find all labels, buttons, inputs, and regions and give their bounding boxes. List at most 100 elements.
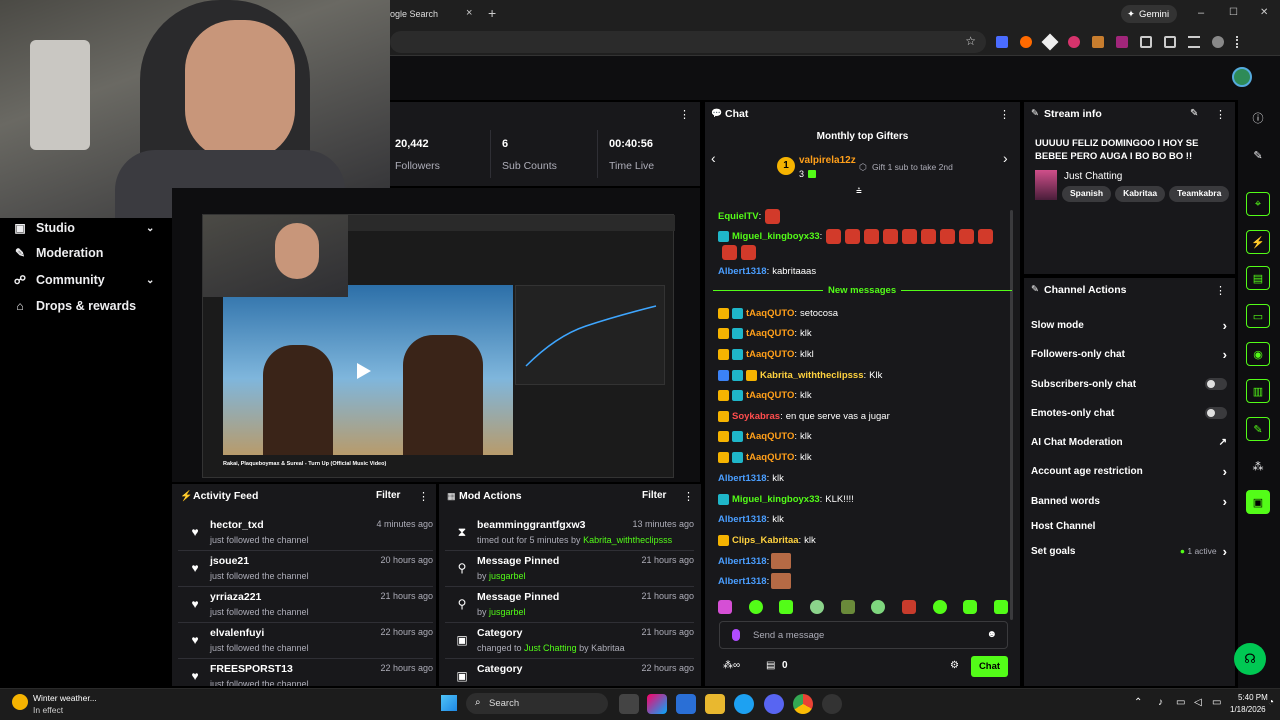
filter-button[interactable]: Filter bbox=[376, 490, 400, 501]
chat-username[interactable]: Albert1318 bbox=[718, 473, 767, 484]
chat-username[interactable]: Clips_Kabritaa bbox=[732, 535, 799, 546]
emote-icon[interactable] bbox=[871, 600, 886, 614]
gemini-button[interactable]: ✦ Gemini bbox=[1121, 5, 1177, 23]
chat-message[interactable]: Miguel_kingboyx33: KLK!!!! bbox=[718, 490, 854, 508]
extension-icon[interactable] bbox=[1020, 36, 1032, 48]
category-name[interactable]: Just Chatting bbox=[1064, 171, 1122, 182]
chrome-icon[interactable] bbox=[793, 694, 813, 714]
file-explorer-icon[interactable] bbox=[705, 694, 725, 714]
chat-message[interactable]: Albert1318: bbox=[718, 552, 792, 570]
microphone-icon[interactable] bbox=[732, 629, 740, 641]
chat-send-button[interactable]: Chat bbox=[971, 656, 1008, 677]
infinity-icon[interactable]: ⁂∞ bbox=[723, 660, 740, 671]
activity-username[interactable]: elvalenfuyi bbox=[210, 627, 264, 639]
chat-icon[interactable]: ▭ bbox=[1246, 304, 1270, 328]
more-options-icon[interactable]: ⋮ bbox=[679, 108, 690, 121]
emote-icon[interactable] bbox=[932, 600, 947, 614]
filter-button[interactable]: Filter bbox=[642, 490, 666, 501]
puzzle-icon[interactable] bbox=[1140, 36, 1152, 48]
chat-username[interactable]: tAaqQUTO bbox=[746, 328, 794, 339]
chat-input[interactable]: Send a message ☻ bbox=[719, 621, 1008, 649]
emoji-icon[interactable]: ☻ bbox=[986, 629, 997, 640]
chat-message[interactable]: tAaqQUTO: setocosa bbox=[718, 304, 838, 322]
discord-icon[interactable] bbox=[764, 694, 784, 714]
task-view-icon[interactable] bbox=[619, 694, 639, 714]
chat-scrollbar[interactable] bbox=[1010, 210, 1013, 620]
emote-icon[interactable] bbox=[901, 600, 916, 614]
media-icon[interactable] bbox=[1164, 36, 1176, 48]
chat-username[interactable]: Miguel_kingboyx33 bbox=[732, 231, 820, 242]
pencil-icon[interactable]: ✎ bbox=[1246, 143, 1270, 167]
queue-icon[interactable] bbox=[1188, 36, 1200, 48]
more-options-icon[interactable]: ⋮ bbox=[1215, 284, 1226, 297]
stream-preview[interactable]: Rakai, Plaqueboymax & Sureal - Turn Up (… bbox=[172, 188, 700, 482]
chat-username[interactable]: Albert1318 bbox=[718, 556, 767, 567]
chat-username[interactable]: Kabrita_withtheclipsss bbox=[760, 370, 863, 381]
channel-action-item[interactable]: AI Chat Moderation ↗ bbox=[1031, 434, 1227, 450]
edit-icon[interactable]: ✎ bbox=[1190, 108, 1198, 119]
chat-username[interactable]: Albert1318 bbox=[718, 514, 767, 525]
chat-message[interactable] bbox=[718, 243, 756, 261]
layout-icon[interactable]: ▥ bbox=[1246, 379, 1270, 403]
mod-action-user[interactable]: jusgarbel bbox=[489, 571, 526, 581]
broadcast-icon[interactable]: ◉ bbox=[1246, 342, 1270, 366]
clock-time[interactable]: 5:40 PM bbox=[1238, 693, 1268, 702]
settings-icon[interactable]: ⚙ bbox=[950, 660, 959, 671]
app-icon[interactable]: ▣ bbox=[1246, 490, 1270, 514]
address-bar[interactable]: ☆ bbox=[390, 31, 986, 53]
tab-title[interactable]: ogle Search bbox=[390, 9, 438, 19]
mod-action-row[interactable]: ▣ Category changed to Just Chatting by Kab… bbox=[445, 623, 694, 659]
chat-message[interactable]: Albert1318: kabritaaas bbox=[718, 262, 816, 280]
toggle-switch[interactable] bbox=[1205, 378, 1227, 390]
chat-username[interactable]: tAaqQUTO bbox=[746, 431, 794, 442]
emote-icon[interactable] bbox=[840, 600, 855, 614]
new-tab-button[interactable]: + bbox=[488, 5, 496, 21]
channel-action-item[interactable]: Banned words › bbox=[1031, 493, 1227, 509]
clock-date[interactable]: 1/18/2026 bbox=[1230, 705, 1266, 714]
activity-row[interactable]: ♥ FREESPORST13 just followed the channel 22… bbox=[178, 659, 433, 686]
channel-action-item[interactable]: Set goals ● 1 active › bbox=[1031, 543, 1227, 559]
more-options-icon[interactable]: ⋮ bbox=[683, 490, 694, 503]
chevron-right-icon[interactable]: › bbox=[1003, 150, 1008, 166]
chat-username[interactable]: Miguel_kingboyx33 bbox=[732, 494, 820, 505]
help-headset-button[interactable]: ☊ bbox=[1234, 643, 1266, 675]
chat-message[interactable]: EquielTV: bbox=[718, 207, 781, 225]
channel-action-item[interactable]: Followers-only chat › bbox=[1031, 346, 1227, 362]
start-button[interactable] bbox=[441, 695, 457, 711]
chevron-up-icon[interactable]: ⌃ bbox=[1134, 697, 1142, 708]
battery-icon[interactable]: ▭ bbox=[1212, 697, 1221, 708]
store-icon[interactable]: ▤ bbox=[766, 660, 775, 671]
chat-message[interactable]: tAaqQUTO: klk bbox=[718, 324, 812, 342]
edge-icon[interactable] bbox=[734, 694, 754, 714]
chat-username[interactable]: tAaqQUTO bbox=[746, 349, 794, 360]
chat-username[interactable]: Soykabras bbox=[732, 411, 780, 422]
network-icon[interactable]: ▭ bbox=[1176, 697, 1185, 708]
collapse-icon[interactable]: ⩮ bbox=[856, 186, 862, 197]
close-window-button[interactable]: ✕ bbox=[1260, 7, 1268, 18]
chat-message[interactable]: tAaqQUTO: klk bbox=[718, 448, 812, 466]
extension-icon[interactable] bbox=[1068, 36, 1080, 48]
chat-message[interactable]: tAaqQUTO: klk bbox=[718, 386, 812, 404]
activity-row[interactable]: ♥ jsoue21 just followed the channel 20 hour… bbox=[178, 551, 433, 587]
sidebar-item-studio[interactable]: ▣ Studio ⌄ bbox=[12, 218, 154, 238]
extension-icon[interactable] bbox=[1041, 33, 1059, 51]
tag-chip[interactable]: Kabritaa bbox=[1115, 186, 1166, 202]
mod-action-row[interactable]: ⚲ Message Pinned by jusgarbel 21 hours ago bbox=[445, 551, 694, 587]
activity-row[interactable]: ♥ yrriaza221 just followed the channel 21 h… bbox=[178, 587, 433, 623]
wrench-icon[interactable]: ✎ bbox=[1246, 417, 1270, 441]
chat-message[interactable]: tAaqQUTO: klk bbox=[718, 427, 812, 445]
chevron-left-icon[interactable]: ‹ bbox=[711, 150, 716, 166]
extension-icon[interactable] bbox=[1116, 36, 1128, 48]
microphone-icon[interactable]: ♪ bbox=[1158, 697, 1163, 708]
tag-chip[interactable]: Spanish bbox=[1062, 186, 1112, 202]
chat-username[interactable]: tAaqQUTO bbox=[746, 390, 794, 401]
activity-username[interactable]: yrriaza221 bbox=[210, 591, 261, 603]
people-icon[interactable]: ⁂ bbox=[1246, 454, 1270, 478]
mail-icon[interactable] bbox=[676, 694, 696, 714]
chat-message[interactable]: Albert1318: klk bbox=[718, 469, 784, 487]
emote-icon[interactable] bbox=[718, 600, 732, 614]
weather-title[interactable]: Winter weather... bbox=[33, 693, 97, 703]
channel-action-item[interactable]: Account age restriction › bbox=[1031, 463, 1227, 479]
minimize-button[interactable]: – bbox=[1198, 7, 1204, 19]
channel-action-item[interactable]: Subscribers-only chat bbox=[1031, 376, 1227, 392]
